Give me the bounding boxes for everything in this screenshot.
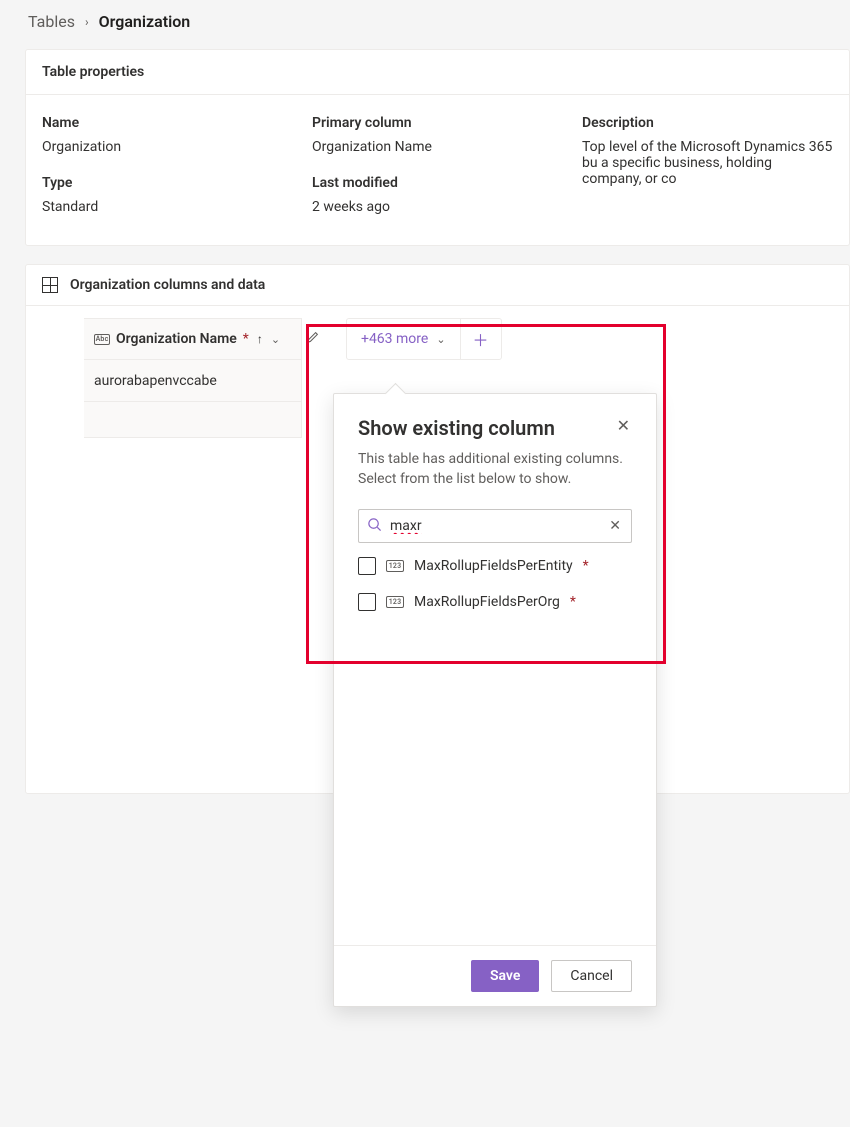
cell-value: aurorabapenvccabe — [94, 373, 217, 389]
close-icon: ✕ — [609, 518, 621, 534]
number-field-icon: 123 — [386, 560, 404, 572]
checkbox[interactable] — [358, 557, 376, 575]
add-column-button[interactable]: ＋ — [461, 319, 501, 359]
more-columns-button[interactable]: +463 more ⌄ — [347, 319, 460, 359]
clear-search-button[interactable]: ✕ — [607, 518, 623, 534]
last-modified-label: Last modified — [312, 175, 582, 191]
popup-description: This table has additional existing colum… — [358, 450, 632, 489]
last-modified-value: 2 weeks ago — [312, 199, 582, 215]
plus-icon: ＋ — [473, 327, 489, 351]
column-header-organization-name[interactable]: Abc Organization Name * ↑ ⌄ — [84, 318, 302, 360]
show-existing-column-popup: Show existing column ✕ This table has ad… — [333, 393, 657, 1007]
table-properties-card: Table properties Name Organization Type … — [25, 49, 850, 246]
description-label: Description — [582, 115, 833, 131]
popup-title: Show existing column — [358, 416, 555, 440]
chevron-down-icon: ⌄ — [271, 333, 280, 346]
table-row[interactable]: aurorabapenvccabe — [84, 360, 302, 402]
search-box[interactable]: ✕ — [358, 509, 632, 543]
search-input[interactable] — [390, 518, 599, 534]
chevron-right-icon: › — [85, 15, 89, 29]
breadcrumb: Tables › Organization — [0, 0, 850, 41]
type-label: Type — [42, 175, 312, 191]
edit-column-icon[interactable] — [306, 330, 320, 348]
required-star-icon: * — [583, 558, 589, 574]
column-header-label: Organization Name — [116, 331, 237, 347]
primary-column-label: Primary column — [312, 115, 582, 131]
table-row[interactable] — [84, 402, 302, 438]
save-button[interactable]: Save — [471, 960, 539, 992]
text-field-icon: Abc — [94, 334, 110, 345]
checkbox[interactable] — [358, 593, 376, 611]
name-label: Name — [42, 115, 312, 131]
column-option-maxrollupfieldsperentity[interactable]: 123 MaxRollupFieldsPerEntity * — [358, 557, 632, 575]
columns-data-title: Organization columns and data — [70, 277, 265, 293]
breadcrumb-current: Organization — [99, 12, 191, 31]
description-value: Top level of the Microsoft Dynamics 365 … — [582, 139, 833, 187]
primary-column-value: Organization Name — [312, 139, 582, 155]
type-value: Standard — [42, 199, 312, 215]
table-grid-icon — [42, 277, 58, 293]
table-properties-title: Table properties — [26, 50, 849, 95]
cancel-button[interactable]: Cancel — [551, 960, 632, 992]
number-field-icon: 123 — [386, 596, 404, 608]
breadcrumb-root[interactable]: Tables — [28, 12, 75, 31]
required-star-icon: * — [570, 594, 576, 610]
close-icon: ✕ — [617, 416, 630, 435]
chevron-down-icon: ⌄ — [436, 333, 445, 346]
option-label: MaxRollupFieldsPerOrg — [414, 594, 560, 610]
more-columns-label: +463 more — [361, 331, 428, 347]
name-value: Organization — [42, 139, 312, 155]
more-columns-box: +463 more ⌄ ＋ — [346, 318, 502, 360]
close-button[interactable]: ✕ — [615, 416, 632, 436]
column-option-maxrollupfieldsperorg[interactable]: 123 MaxRollupFieldsPerOrg * — [358, 593, 632, 611]
search-icon — [367, 517, 382, 536]
required-star-icon: * — [243, 331, 249, 347]
sort-ascending-icon: ↑ — [257, 332, 263, 346]
option-label: MaxRollupFieldsPerEntity — [414, 558, 573, 574]
